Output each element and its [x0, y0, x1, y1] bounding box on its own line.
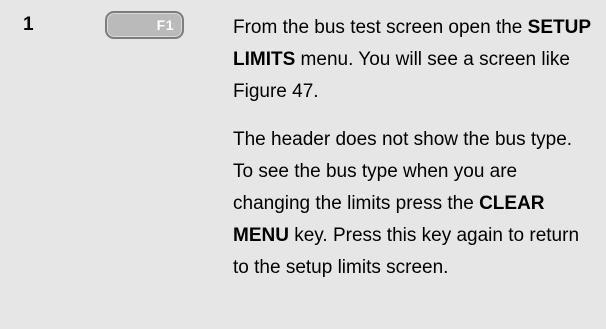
paragraph-bus-type-note: The header does not show the bus type. T… [233, 124, 593, 284]
step-number: 1 [23, 14, 34, 35]
paragraph-open-setup-limits: From the bus test screen open the SETUP … [233, 12, 593, 108]
instruction-text: From the bus test screen open the SETUP … [233, 12, 593, 284]
paragraph1-text-a: From the bus test screen open the [233, 17, 528, 38]
f1-key-icon: F1 [105, 11, 184, 39]
f1-key-label: F1 [156, 17, 174, 33]
instruction-panel: 1 F1 From the bus test screen open the S… [0, 0, 606, 329]
